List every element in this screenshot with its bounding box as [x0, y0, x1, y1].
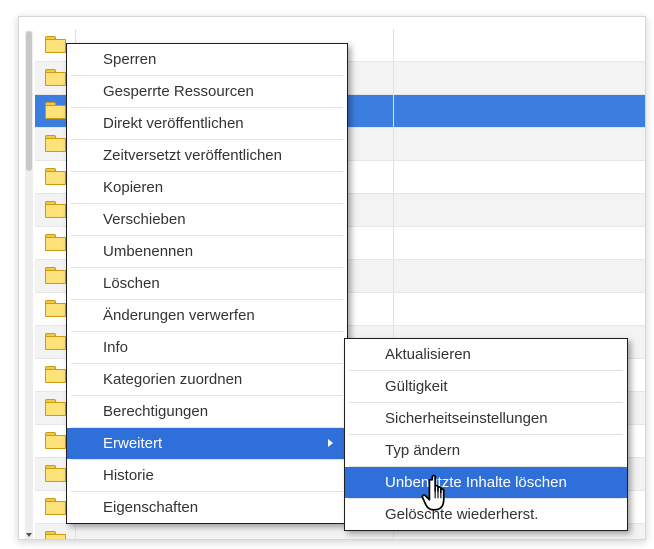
menu-item-label: Änderungen verwerfen [103, 307, 255, 324]
folder-icon [45, 300, 66, 317]
menu-item-label: Umbenennen [103, 243, 194, 260]
menu-item-kopieren[interactable]: Kopieren [67, 172, 347, 203]
menu-item-eigenschaften[interactable]: Eigenschaften [67, 492, 347, 523]
menu-item-verschieben[interactable]: Verschieben [67, 204, 347, 235]
menu-item-label: Berechtigungen [103, 403, 209, 420]
submenu-item-aktualisieren[interactable]: Aktualisieren [345, 339, 627, 370]
submenu-item-gueltigkeit[interactable]: Gültigkeit [345, 371, 627, 402]
menu-item-info[interactable]: Info [67, 332, 347, 363]
folder-body [45, 270, 66, 284]
menu-item-umbenennen[interactable]: Umbenennen [67, 236, 347, 267]
menu-item-label: Verschieben [103, 211, 186, 228]
menu-item-kategorien-zuordnen[interactable]: Kategorien zuordnen [67, 364, 347, 395]
submenu-item-label: Gültigkeit [385, 378, 448, 395]
scroll-down-arrow-icon[interactable] [26, 533, 32, 537]
menu-item-label: Kategorien zuordnen [103, 371, 243, 388]
folder-body [45, 369, 66, 383]
scrollbar-thumb[interactable] [26, 31, 32, 171]
folder-body [45, 171, 66, 185]
column-divider [393, 29, 394, 61]
menu-item-label: Erweitert [103, 435, 163, 452]
folder-icon [45, 69, 66, 86]
column-divider [393, 128, 394, 160]
menu-item-sperren[interactable]: Sperren [67, 44, 347, 75]
vertical-scrollbar[interactable] [25, 31, 33, 539]
menu-item-label: Gesperrte Ressourcen [103, 83, 254, 100]
folder-body [45, 336, 66, 350]
menu-item-zeitversetzt-veroeffentlichen[interactable]: Zeitversetzt veröffentlichen [67, 140, 347, 171]
folder-icon [45, 333, 66, 350]
hand-cursor-icon [421, 474, 445, 511]
column-divider [393, 95, 394, 127]
folder-body [45, 534, 66, 539]
folder-body [45, 402, 66, 416]
menu-item-label: Eigenschaften [103, 499, 199, 516]
folder-icon [45, 102, 66, 119]
folder-body [45, 204, 66, 218]
folder-icon [45, 399, 66, 416]
submenu-item-typ-aendern[interactable]: Typ ändern [345, 435, 627, 466]
folder-body [45, 72, 66, 86]
folder-body [45, 105, 66, 119]
submenu-item-unbenutzte-inhalte-loeschen[interactable]: Unbenutzte Inhalte löschen [345, 467, 627, 498]
column-divider [393, 293, 394, 325]
folder-icon [45, 201, 66, 218]
menu-item-aenderungen-verwerfen[interactable]: Änderungen verwerfen [67, 300, 347, 331]
folder-body [45, 39, 66, 53]
menu-item-label: Historie [103, 467, 154, 484]
folder-icon [45, 465, 66, 482]
column-divider [393, 227, 394, 259]
column-divider [393, 161, 394, 193]
column-divider [393, 62, 394, 94]
folder-body [45, 435, 66, 449]
submenu-item-label: Gelöschte wiederherst. [385, 506, 539, 523]
menu-item-label: Info [103, 339, 129, 356]
menu-item-erweitert[interactable]: Erweitert [67, 428, 347, 459]
menu-item-label: Zeitversetzt veröffentlichen [103, 147, 282, 164]
menu-item-label: Sperren [103, 51, 157, 68]
folder-icon [45, 432, 66, 449]
folder-icon [45, 36, 66, 53]
folder-icon [45, 234, 66, 251]
folder-body [45, 303, 66, 317]
column-divider [393, 194, 394, 226]
row-icon-cell [35, 524, 76, 539]
folder-icon [45, 366, 66, 383]
menu-item-gesperrte-ressourcen[interactable]: Gesperrte Ressourcen [67, 76, 347, 107]
folder-body [45, 468, 66, 482]
folder-body [45, 138, 66, 152]
menu-item-label: Kopieren [103, 179, 164, 196]
folder-icon [45, 267, 66, 284]
submenu-item-geloeschte-wiederherst[interactable]: Gelöschte wiederherst. [345, 499, 627, 530]
folder-icon [45, 531, 66, 539]
folder-body [45, 237, 66, 251]
folder-body [45, 501, 66, 515]
folder-icon [45, 168, 66, 185]
submenu-item-label: Unbenutzte Inhalte löschen [385, 474, 567, 491]
submenu-arrow-icon [328, 439, 333, 447]
submenu-item-label: Typ ändern [385, 442, 461, 459]
submenu-item-label: Sicherheitseinstellungen [385, 410, 548, 427]
submenu-item-sicherheitseinstellungen[interactable]: Sicherheitseinstellungen [345, 403, 627, 434]
folder-icon [45, 498, 66, 515]
submenu-item-label: Aktualisieren [385, 346, 471, 363]
menu-item-label: Direkt veröffentlichen [103, 115, 244, 132]
menu-item-label: Löschen [103, 275, 160, 292]
column-divider [393, 260, 394, 292]
context-menu: Sperren Gesperrte Ressourcen Direkt verö… [66, 43, 348, 524]
menu-item-direkt-veroeffentlichen[interactable]: Direkt veröffentlichen [67, 108, 347, 139]
folder-icon [45, 135, 66, 152]
menu-item-historie[interactable]: Historie [67, 460, 347, 491]
menu-item-berechtigungen[interactable]: Berechtigungen [67, 396, 347, 427]
menu-item-loeschen[interactable]: Löschen [67, 268, 347, 299]
erweitert-submenu: Aktualisieren Gültigkeit Sicherheitseins… [344, 338, 628, 531]
